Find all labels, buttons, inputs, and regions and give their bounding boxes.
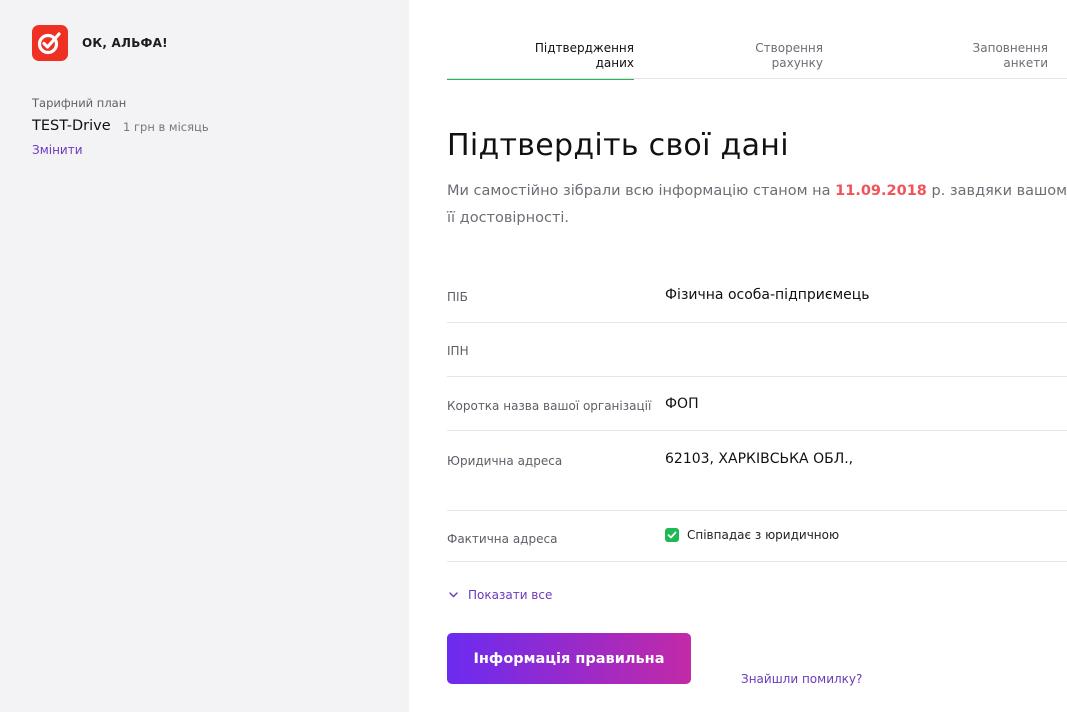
field-value-legal-address: 62103, ХАРКІВСЬКА ОБЛ., bbox=[665, 451, 854, 467]
step-label: даних bbox=[595, 56, 634, 70]
field-row-pib: ПІБ Фізична особа-підприємець bbox=[447, 270, 1067, 323]
step-confirm-data: Підтвердження даних bbox=[447, 41, 634, 80]
same-as-legal-label[interactable]: Співпадає з юридичною bbox=[687, 528, 839, 542]
intro-text-start: Ми самостійно зібрали всю інформацію ста… bbox=[447, 183, 836, 199]
field-row-actual-address: Фактична адреса Співпадає з юридичною bbox=[447, 511, 1067, 562]
intro-date: 11.09.2018 bbox=[835, 183, 927, 199]
step-create-account: Створення рахунку bbox=[650, 41, 823, 71]
steps-divider bbox=[447, 78, 1067, 79]
info-correct-button[interactable]: Інформація правильна bbox=[447, 633, 691, 684]
intro-text: Ми самостійно зібрали всю інформацію ста… bbox=[447, 178, 1067, 232]
field-label-actual-address: Фактична адреса bbox=[447, 532, 558, 546]
plan-price: 1 грн в місяць bbox=[123, 120, 209, 134]
step-label: Створення bbox=[755, 41, 823, 55]
found-error-link[interactable]: Знайшли помилку? bbox=[741, 672, 862, 686]
field-label-pib: ПІБ bbox=[447, 290, 468, 304]
chevron-down-icon bbox=[449, 592, 458, 598]
page-title: Підтвердіть свої дані bbox=[447, 128, 789, 163]
intro-text-line2: її достовірності. bbox=[447, 210, 570, 226]
step-label: рахунку bbox=[771, 56, 823, 70]
alfa-logo-icon[interactable] bbox=[32, 25, 68, 61]
same-as-legal-checkbox[interactable]: Співпадає з юридичною bbox=[665, 528, 839, 542]
field-row-org-name: Коротка назва вашої організації ФОП bbox=[447, 377, 1067, 431]
intro-text-end: р. завдяки вашому ІП bbox=[931, 183, 1067, 199]
brand-name: ОК, АЛЬФА! bbox=[82, 36, 168, 50]
step-label: анкети bbox=[1003, 56, 1048, 70]
field-value-pib: Фізична особа-підприємець bbox=[665, 287, 870, 303]
plan-name: TEST-Drive bbox=[32, 118, 111, 134]
change-plan-link[interactable]: Змінити bbox=[32, 143, 83, 157]
progress-steps: Підтвердження даних Створення рахунку За… bbox=[447, 0, 1067, 80]
checkmark-icon[interactable] bbox=[665, 528, 679, 542]
plan-caption: Тарифний план bbox=[32, 96, 127, 110]
show-all-label[interactable]: Показати все bbox=[468, 588, 552, 602]
sidebar: ОК, АЛЬФА! Тарифний план TEST-Drive 1 гр… bbox=[0, 0, 409, 712]
field-row-ipn: ІПН bbox=[447, 323, 1067, 377]
field-row-legal-address: Юридична адреса 62103, ХАРКІВСЬКА ОБЛ., bbox=[447, 431, 1067, 511]
field-label-org-name: Коротка назва вашої організації bbox=[447, 399, 652, 413]
field-value-org-name: ФОП bbox=[665, 396, 699, 412]
field-label-legal-address: Юридична адреса bbox=[447, 454, 563, 468]
field-label-ipn: ІПН bbox=[447, 344, 469, 358]
step-label: Заповнення bbox=[972, 41, 1048, 55]
main-content: Підтвердження даних Створення рахунку За… bbox=[409, 0, 1067, 712]
step-fill-form: Заповнення анкети bbox=[841, 41, 1048, 71]
step-label: Підтвердження bbox=[534, 41, 634, 55]
show-all-toggle[interactable]: Показати все bbox=[449, 588, 552, 602]
